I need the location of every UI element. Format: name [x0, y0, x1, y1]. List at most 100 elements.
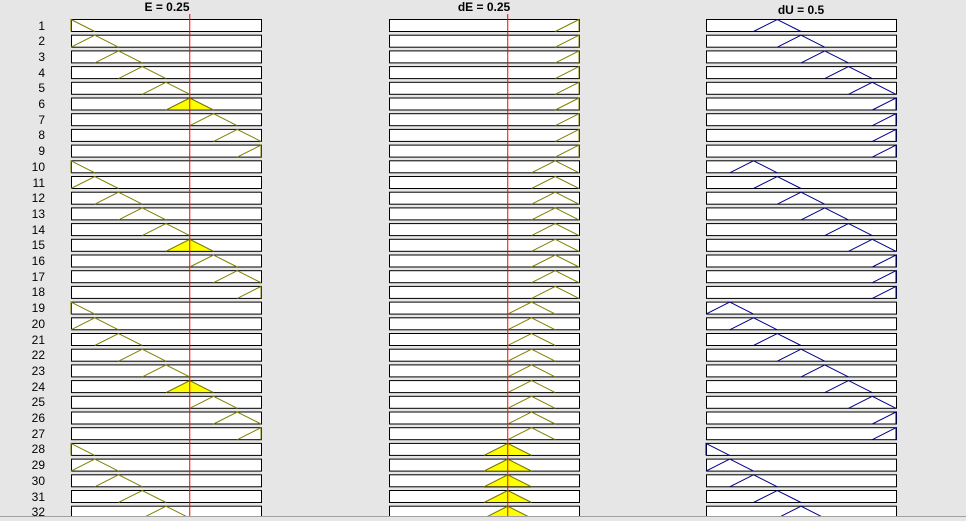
- membership-box: [706, 19, 897, 32]
- rule-de-cell: [389, 128, 580, 142]
- membership-box: [706, 34, 897, 48]
- rule-e-cell: [71, 364, 262, 378]
- rule-de-cell: [389, 81, 580, 95]
- membership-box: [389, 66, 580, 80]
- rule-de-cell: [389, 65, 580, 80]
- rule-du-cell: [706, 160, 897, 174]
- membership-box: [71, 66, 262, 80]
- rule-e-cell: [71, 426, 262, 441]
- rule-du-cell: [706, 332, 897, 346]
- rule-e-cell: [70, 301, 262, 315]
- rule-du-cell: [706, 254, 897, 268]
- membership-box: [706, 411, 897, 425]
- rule-e-cell: [71, 254, 262, 268]
- rule-de-cell: [389, 458, 580, 472]
- membership-box: [71, 380, 262, 394]
- rule-de-cell: [389, 50, 580, 64]
- rule-de-cell: [389, 474, 580, 488]
- membership-box: [71, 317, 262, 331]
- membership-box: [706, 364, 897, 378]
- membership-box: [706, 348, 897, 362]
- rule-du-cell: [706, 474, 897, 488]
- rule-de-cell: [389, 34, 580, 48]
- membership-box: [71, 50, 262, 64]
- rule-e-cell: [71, 238, 262, 252]
- rule-e-cell: [71, 207, 262, 221]
- rule-e-cell: [71, 97, 262, 111]
- membership-box: [706, 270, 897, 284]
- membership-box: [71, 442, 262, 456]
- membership-box: [71, 301, 262, 315]
- rule-du-cell: [706, 489, 897, 503]
- rule-de-cell: [389, 411, 580, 425]
- rule-du-cell: [706, 128, 897, 142]
- membership-box: [389, 34, 580, 48]
- rule-e-cell: [70, 18, 262, 32]
- membership-box: [706, 458, 897, 472]
- rule-e-cell: [70, 317, 262, 331]
- membership-box: [71, 364, 262, 378]
- membership-box: [706, 490, 897, 503]
- rule-plots: [70, 14, 897, 520]
- rule-du-cell: [706, 18, 897, 32]
- membership-box: [389, 97, 580, 111]
- rule-de-cell: [389, 317, 580, 331]
- membership-box: [706, 333, 897, 346]
- rule-viewer: E = 0.25 dE = 0.25 dU = 0.5 1 2 3 4 5 6 7 8 9 10 1…: [0, 0, 966, 521]
- membership-box: [71, 474, 262, 488]
- rule-de-cell: [389, 270, 580, 284]
- membership-box: [71, 458, 262, 472]
- membership-box: [706, 97, 897, 111]
- rule-e-cell: [71, 270, 262, 284]
- rule-de-cell: [389, 144, 580, 158]
- rule-du-cell: [706, 207, 897, 221]
- membership-box: [71, 285, 262, 299]
- membership-box: [71, 81, 262, 95]
- membership-box: [71, 176, 262, 189]
- rule-du-cell: [706, 380, 897, 394]
- rule-du-cell: [705, 301, 897, 315]
- membership-box: [706, 254, 897, 268]
- rule-e-cell: [71, 411, 262, 425]
- rule-du-cell: [706, 191, 897, 205]
- membership-box: [706, 317, 897, 331]
- rule-du-cell: [706, 285, 897, 299]
- rule-du-cell: [706, 348, 897, 362]
- rule-e-cell: [71, 81, 262, 95]
- membership-box: [706, 301, 897, 315]
- rule-de-cell: [389, 175, 580, 189]
- membership-box: [706, 427, 897, 441]
- rule-de-cell: [389, 489, 580, 503]
- rule-de-cell: [389, 223, 580, 237]
- rule-de-cell: [389, 395, 580, 409]
- rule-de-cell: [389, 442, 580, 456]
- membership-box: [71, 144, 262, 158]
- rule-e-cell: [71, 128, 262, 142]
- membership-box: [71, 490, 262, 503]
- rule-e-cell: [71, 380, 262, 394]
- membership-box: [706, 176, 897, 189]
- rule-du-cell: [706, 364, 897, 378]
- rule-e-cell: [71, 113, 262, 127]
- membership-box: [71, 223, 262, 237]
- rule-du-cell: [706, 317, 897, 331]
- membership-box: [71, 19, 262, 32]
- rule-e-cell: [70, 458, 262, 472]
- rule-e-cell: [71, 332, 262, 346]
- rule-du-cell: [706, 97, 897, 111]
- rule-de-cell: [389, 97, 580, 111]
- membership-box: [389, 474, 580, 488]
- rule-du-cell: [706, 50, 897, 64]
- rule-de-cell: [389, 112, 580, 127]
- membership-box: [389, 19, 580, 32]
- membership-box: [706, 191, 897, 205]
- membership-box: [389, 442, 580, 456]
- rule-du-cell: [706, 34, 897, 48]
- membership-box: [71, 207, 262, 221]
- rule-de-cell: [389, 160, 580, 174]
- rule-e-cell: [71, 223, 262, 237]
- rule-de-cell: [389, 427, 580, 441]
- membership-box: [389, 490, 580, 503]
- membership-box: [71, 97, 262, 111]
- rule-e-cell: [70, 175, 262, 189]
